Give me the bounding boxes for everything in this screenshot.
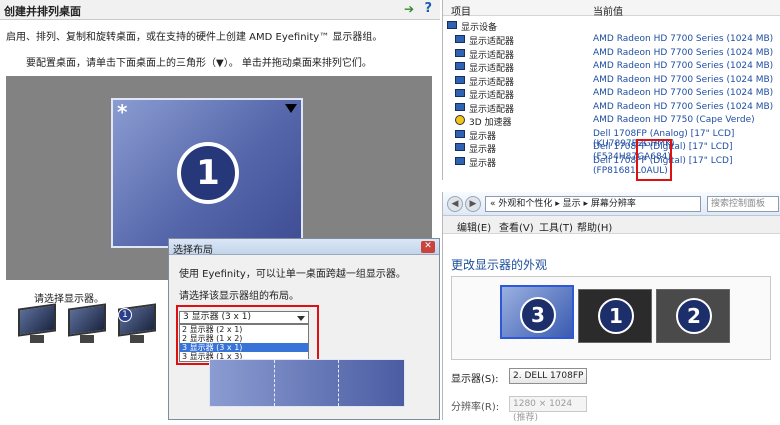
search-input[interactable]: 搜索控制面板	[707, 196, 779, 212]
item-value: AMD Radeon HD 7700 Series (1024 MB)	[593, 101, 774, 112]
monitor-thumb-1[interactable]	[12, 303, 62, 346]
highlight-box	[636, 139, 672, 181]
monitor-tile-1[interactable]: 1	[578, 289, 652, 343]
list-item[interactable]: 显示适配器 AMD Radeon HD 7700 Series (1024 MB)	[443, 101, 780, 115]
item-value: AMD Radeon HD 7700 Series (1024 MB)	[593, 88, 774, 98]
monitor-icon	[18, 303, 56, 337]
device-icon	[455, 129, 465, 138]
monitor-icon	[68, 303, 106, 337]
monitor-thumb-2[interactable]	[62, 303, 112, 346]
menu-view[interactable]: 查看(V)	[499, 219, 534, 234]
desktop-menu-triangle-icon[interactable]	[285, 104, 297, 113]
list-item[interactable]: 显示适配器 AMD Radeon HD 7700 Series (1024 MB)	[443, 74, 780, 88]
item-value: AMD Radeon HD 7700 Series (1024 MB)	[593, 74, 774, 85]
device-icon	[455, 35, 465, 43]
instruction-text: 要配置桌面，请单击下面桌面上的三角形（▼）。 单击并拖动桌面来排列它们。	[26, 58, 372, 69]
list-item[interactable]: 显示器 Dell 1708FP (Analog) [17" LCD] (KU789…	[443, 128, 780, 149]
column-item[interactable]: 项目	[451, 3, 471, 18]
list-item[interactable]: 显示器 Dell 1708FP (Digital) [17" LCD] (FP81…	[443, 155, 780, 176]
back-icon[interactable]: ◀	[447, 196, 463, 212]
device-icon	[455, 89, 465, 97]
monitor-thumb-3[interactable]: 1	[112, 303, 162, 346]
dialog-text: 使用 Eyefinity，可以让单一桌面跨越一组显示器。	[179, 269, 406, 280]
item-name: 显示器	[469, 131, 497, 142]
display-label: 显示器(S):	[451, 374, 499, 385]
monitor-tile-2[interactable]: 2	[656, 289, 730, 343]
display-device-icon	[447, 21, 457, 29]
list-item[interactable]: 显示适配器 AMD Radeon HD 7700 Series (1024 MB)	[443, 60, 780, 74]
monitor-badge: 1	[118, 308, 132, 322]
eyefinity-panel: 创建并排列桌面 ➔ ? 启用、排列、复制和旋转桌面，或在支持的硬件上创建 AMD…	[0, 0, 440, 420]
item-value: Dell 1708FP (Digital) [17" LCD] (FP81681…	[593, 155, 733, 176]
monitor-arrangement: 3 1 2	[451, 276, 771, 360]
item-name: 显示适配器	[469, 37, 515, 47]
device-icon	[455, 75, 465, 84]
primary-star-icon: *	[117, 100, 128, 124]
dialog-prompt: 请选择该显示器组的布局。	[179, 291, 299, 302]
layout-preview	[209, 359, 405, 407]
display-settings-window: ◀ ▶ « 外观和个性化 ▸ 显示 ▸ 屏幕分辨率 搜索控制面板 编辑(E) 查…	[442, 192, 780, 423]
device-list-panel: 项目 当前值 显示设备 显示适配器 AMD Radeon HD 7700 Seri…	[442, 0, 780, 181]
menu-help[interactable]: 帮助(H)	[577, 219, 612, 234]
menu-bar: 编辑(E) 查看(V) 工具(T) 帮助(H)	[443, 216, 780, 234]
list-item[interactable]: 显示器 Dell 1708FP (Digital) [17" LCD] (F534…	[443, 141, 780, 162]
close-icon[interactable]: ✕	[421, 241, 435, 253]
item-name: 显示器	[469, 158, 497, 169]
forward-icon[interactable]: ▶	[465, 196, 481, 212]
list-group[interactable]: 显示设备	[443, 19, 780, 33]
device-icon	[455, 48, 465, 57]
select-layout-dialog: 选择布局 ✕ 使用 Eyefinity，可以让单一桌面跨越一组显示器。 请选择该…	[168, 238, 440, 420]
breadcrumb[interactable]: « 外观和个性化 ▸ 显示 ▸ 屏幕分辨率	[485, 196, 701, 212]
pin-icon[interactable]: ➔	[404, 2, 414, 16]
list-item[interactable]: 显示适配器 AMD Radeon HD 7700 Series (1024 MB)	[443, 33, 780, 47]
device-icon	[455, 62, 465, 70]
resolution-label: 分辨率(R):	[451, 402, 500, 413]
item-value: AMD Radeon HD 7750 (Cape Verde)	[593, 115, 755, 125]
highlight-box	[176, 305, 319, 365]
item-name: 显示适配器	[469, 77, 515, 88]
menu-edit[interactable]: 编辑(E)	[457, 219, 491, 234]
item-name: 显示适配器	[469, 104, 515, 115]
item-value: AMD Radeon HD 7700 Series (1024 MB)	[593, 34, 774, 44]
list-header: 项目 当前值	[443, 0, 780, 18]
desktop-tile[interactable]: * 1	[111, 98, 303, 248]
description-text: 启用、排列、复制和旋转桌面，或在支持的硬件上创建 AMD Eyefinity™ …	[6, 32, 383, 43]
address-bar: ◀ ▶ « 外观和个性化 ▸ 显示 ▸ 屏幕分辨率 搜索控制面板	[443, 192, 780, 216]
desktop-number-badge: 1	[177, 142, 239, 204]
select-monitor-label: 请选择显示器。	[34, 294, 104, 305]
monitor-tile-3[interactable]: 3	[500, 285, 574, 339]
item-name: 显示适配器	[469, 91, 515, 101]
item-name: 显示器	[469, 145, 497, 155]
item-name: 显示适配器	[469, 50, 515, 61]
device-icon	[455, 156, 465, 165]
help-icon[interactable]: ?	[424, 1, 432, 16]
column-value[interactable]: 当前值	[593, 3, 623, 18]
device-icon	[455, 143, 465, 151]
list-item[interactable]: 显示适配器 AMD Radeon HD 7700 Series (1024 MB)	[443, 87, 780, 101]
list-item[interactable]: 显示适配器 AMD Radeon HD 7700 Series (1024 MB)	[443, 47, 780, 61]
menu-tools[interactable]: 工具(T)	[539, 219, 573, 234]
resolution-select[interactable]: 1280 × 1024 (推荐)	[509, 396, 587, 423]
list-item[interactable]: 3D 加速器 AMD Radeon HD 7750 (Cape Verde)	[443, 114, 780, 128]
item-value: AMD Radeon HD 7700 Series (1024 MB)	[593, 61, 774, 71]
item-name: 3D 加速器	[469, 118, 512, 128]
page-title: 更改显示器的外观	[451, 258, 548, 272]
panel-title: 创建并排列桌面	[4, 5, 81, 18]
item-value: AMD Radeon HD 7700 Series (1024 MB)	[593, 47, 774, 58]
display-select[interactable]: 2. DELL 1708FP	[509, 368, 587, 384]
item-name: 显示适配器	[469, 64, 515, 74]
dialog-title: 选择布局	[169, 239, 439, 256]
device-icon	[455, 102, 465, 111]
accelerator-icon	[455, 115, 465, 125]
panel-header: 创建并排列桌面 ➔ ?	[0, 0, 440, 20]
